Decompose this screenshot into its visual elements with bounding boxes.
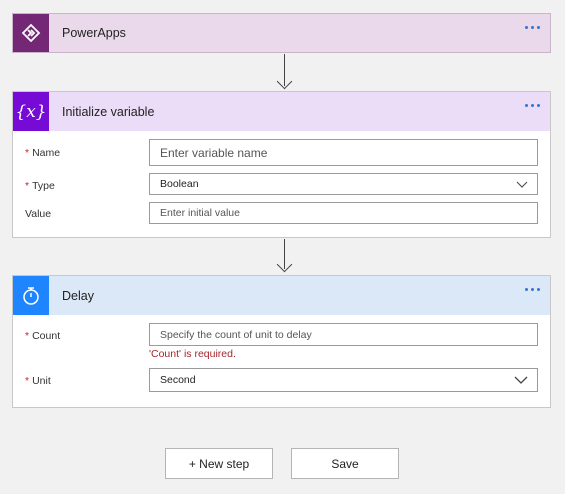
count-input[interactable]: Specify the count of unit to delay [149,323,538,346]
chevron-down-icon [516,181,528,188]
variable-name-input[interactable]: Enter variable name [149,139,538,166]
delay-card-header[interactable]: Delay [13,276,550,315]
arrow-down-icon [276,256,293,273]
more-options-button[interactable] [525,288,540,291]
stopwatch-icon [13,276,49,315]
chevron-down-icon [514,376,528,384]
count-label: * Count [25,330,61,342]
more-options-button[interactable] [525,104,540,107]
count-error-message: 'Count' is required. [149,348,236,360]
delay-card[interactable]: Delay * Count Specify the count of unit t… [12,275,551,408]
initialize-variable-title: Initialize variable [62,104,155,119]
more-options-button[interactable] [525,26,540,29]
initial-value-input[interactable]: Enter initial value [149,202,538,224]
unit-label: * Unit [25,375,51,387]
delay-title: Delay [62,288,94,303]
powerapps-card-header[interactable]: PowerApps [13,14,550,52]
powerapps-trigger-card[interactable]: PowerApps [12,13,551,53]
initialize-variable-card[interactable]: {x} Initialize variable * Name Enter vari… [12,91,551,238]
type-select[interactable]: Boolean [149,173,538,195]
variable-braces-icon: {x} [13,92,49,131]
arrow-down-icon [276,73,293,90]
unit-select[interactable]: Second [149,368,538,392]
powerapps-card-title: PowerApps [62,26,126,40]
type-label: * Type [25,180,55,192]
initialize-variable-card-header[interactable]: {x} Initialize variable [13,92,550,131]
save-button[interactable]: Save [291,448,399,479]
powerapps-icon [13,14,49,52]
new-step-button[interactable]: + New step [165,448,273,479]
name-label: * Name [25,147,61,159]
value-label: Value [25,208,52,220]
